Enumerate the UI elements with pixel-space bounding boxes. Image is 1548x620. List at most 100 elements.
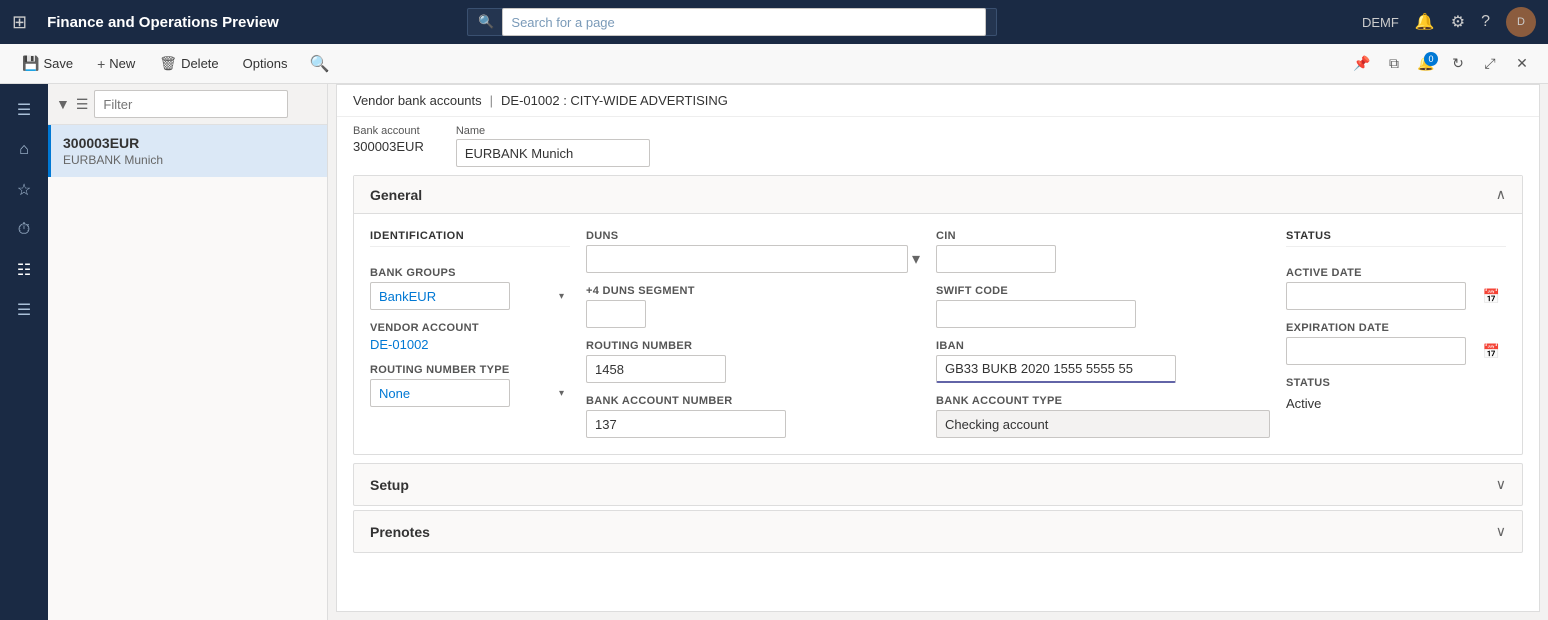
cin-col: CIN SWIFT code IBAN bbox=[936, 230, 1270, 438]
setup-chevron-icon: ∨ bbox=[1496, 476, 1506, 493]
expiration-date-calendar-icon[interactable]: 📅 bbox=[1483, 343, 1500, 360]
swift-input[interactable] bbox=[936, 300, 1136, 328]
notification-btn[interactable]: 🔔 0 bbox=[1412, 50, 1440, 78]
filter-input[interactable] bbox=[94, 90, 288, 118]
restore-button[interactable]: ⤢ bbox=[1476, 50, 1504, 78]
status-label: Status bbox=[1286, 377, 1506, 389]
sidebar-recent-icon[interactable]: ⏱ bbox=[6, 212, 42, 248]
prenotes-chevron-icon: ∨ bbox=[1496, 523, 1506, 540]
name-label: Name bbox=[456, 125, 650, 137]
refresh-button[interactable]: ↻ bbox=[1444, 50, 1472, 78]
toolbar: 💾 Save + New 🗑 Delete Options 🔍 📌 ⧉ 🔔 0 … bbox=[0, 44, 1548, 84]
routing-type-select[interactable]: None ABA SWIFT bbox=[370, 379, 510, 407]
routing-type-label: Routing number type bbox=[370, 364, 570, 376]
bank-groups-arrow-icon: ▾ bbox=[559, 291, 564, 302]
sidebar-star-icon[interactable]: ☆ bbox=[6, 172, 42, 208]
status-col: STATUS Active date 📅 Expiration date bbox=[1286, 230, 1506, 415]
global-search[interactable]: 🔍 bbox=[467, 8, 997, 36]
form-header: Vendor bank accounts | DE-01002 : CITY-W… bbox=[337, 85, 1539, 117]
bank-groups-select[interactable]: BankEUR bbox=[370, 282, 510, 310]
duns-col: DUNS ▾ +4 DUNS segment bbox=[586, 230, 920, 438]
iban-input[interactable] bbox=[936, 355, 1176, 383]
content-area: Vendor bank accounts | DE-01002 : CITY-W… bbox=[328, 84, 1548, 620]
options-button[interactable]: Options bbox=[233, 52, 298, 75]
avatar[interactable]: D bbox=[1506, 7, 1536, 37]
routing-type-field: Routing number type None ABA SWIFT ▾ bbox=[370, 364, 570, 407]
bank-account-value: 300003EUR bbox=[353, 139, 424, 154]
list-panel: ▼ ☰ 🔍 300003EUR EURBANK Munich bbox=[48, 84, 328, 620]
status-field: Status Active bbox=[1286, 377, 1506, 415]
duns-input[interactable] bbox=[586, 245, 908, 273]
vendor-account-field: Vendor account DE-01002 bbox=[370, 322, 570, 352]
iban-label: IBAN bbox=[936, 340, 1270, 352]
list-item[interactable]: 300003EUR EURBANK Munich bbox=[48, 125, 327, 177]
general-section: General ∧ IDENTIFICATION Bank groups bbox=[353, 175, 1523, 455]
vendor-account-label: Vendor account bbox=[370, 322, 570, 334]
top-nav: ⊞ Finance and Operations Preview 🔍 DEMF … bbox=[0, 0, 1548, 44]
general-chevron-icon: ∧ bbox=[1496, 186, 1506, 203]
routing-number-label: Routing number bbox=[586, 340, 920, 352]
save-icon: 💾 bbox=[22, 55, 39, 72]
cin-input[interactable] bbox=[936, 245, 1056, 273]
pin-button[interactable]: 📌 bbox=[1348, 50, 1376, 78]
active-date-calendar-icon[interactable]: 📅 bbox=[1483, 288, 1500, 305]
expiration-date-input[interactable] bbox=[1286, 337, 1466, 365]
iban-field: IBAN bbox=[936, 340, 1270, 383]
sidebar-home-icon[interactable]: ⌂ bbox=[6, 132, 42, 168]
setup-section[interactable]: Setup ∨ bbox=[353, 463, 1523, 506]
identification-grid: IDENTIFICATION Bank groups BankEUR ▾ bbox=[370, 230, 1506, 438]
vendor-account-link[interactable]: DE-01002 bbox=[370, 337, 570, 352]
new-button[interactable]: + New bbox=[87, 52, 145, 76]
delete-icon: 🗑 bbox=[159, 55, 177, 72]
settings-icon[interactable]: ⚙ bbox=[1451, 12, 1465, 32]
bank-account-number-field: Bank account number bbox=[586, 395, 920, 438]
swift-label: SWIFT code bbox=[936, 285, 1270, 297]
status-value: Active bbox=[1286, 392, 1506, 415]
bank-groups-label: Bank groups bbox=[370, 267, 570, 279]
toolbar-search-icon[interactable]: 🔍 bbox=[309, 54, 329, 74]
save-button[interactable]: 💾 Save bbox=[12, 51, 83, 76]
active-date-input[interactable] bbox=[1286, 282, 1466, 310]
app-title: Finance and Operations Preview bbox=[47, 14, 279, 31]
name-input[interactable] bbox=[456, 139, 650, 167]
sidebar-menu-icon[interactable]: ☰ bbox=[6, 92, 42, 128]
form-fields-header: Bank account 300003EUR Name bbox=[337, 117, 1539, 167]
prenotes-section-title: Prenotes bbox=[370, 524, 430, 540]
active-date-field: Active date 📅 bbox=[1286, 267, 1506, 310]
delete-button[interactable]: 🗑 Delete bbox=[149, 51, 228, 76]
bank-groups-field: Bank groups BankEUR ▾ bbox=[370, 267, 570, 310]
bank-account-label: Bank account bbox=[353, 125, 424, 137]
duns-dropdown-icon[interactable]: ▾ bbox=[912, 249, 920, 269]
bank-groups-dropdown[interactable]: BankEUR ▾ bbox=[370, 282, 570, 310]
expand-button[interactable]: ⧉ bbox=[1380, 50, 1408, 78]
cin-field: CIN bbox=[936, 230, 1270, 273]
breadcrumb-current: DE-01002 : CITY-WIDE ADVERTISING bbox=[501, 93, 728, 108]
grid-icon[interactable]: ⊞ bbox=[12, 12, 27, 33]
search-icon: 🔍 bbox=[478, 14, 494, 30]
sidebar-icons: ☰ ⌂ ☆ ⏱ ☷ ☰ bbox=[0, 84, 48, 620]
help-icon[interactable]: ? bbox=[1481, 13, 1490, 31]
filter-icon[interactable]: ▼ bbox=[56, 96, 70, 112]
bank-account-type-label: Bank account type bbox=[936, 395, 1270, 407]
prenotes-section[interactable]: Prenotes ∨ bbox=[353, 510, 1523, 553]
cin-label: CIN bbox=[936, 230, 1270, 242]
search-input[interactable] bbox=[502, 8, 986, 36]
breadcrumb-parent: Vendor bank accounts bbox=[353, 93, 482, 108]
bank-account-number-input[interactable] bbox=[586, 410, 786, 438]
routing-type-dropdown[interactable]: None ABA SWIFT ▾ bbox=[370, 379, 570, 407]
bank-account-field: Bank account 300003EUR bbox=[353, 125, 424, 167]
close-button[interactable]: ✕ bbox=[1508, 50, 1536, 78]
list-panel-header: ▼ ☰ 🔍 bbox=[48, 84, 327, 125]
list-sort-icon[interactable]: ☰ bbox=[76, 96, 89, 113]
general-section-header[interactable]: General ∧ bbox=[354, 176, 1522, 214]
sidebar-list-icon[interactable]: ☰ bbox=[6, 292, 42, 328]
active-date-label: Active date bbox=[1286, 267, 1506, 279]
setup-section-title: Setup bbox=[370, 477, 409, 493]
notification-icon[interactable]: 🔔 bbox=[1415, 12, 1435, 32]
sidebar-modules-icon[interactable]: ☷ bbox=[6, 252, 42, 288]
routing-number-input[interactable] bbox=[586, 355, 726, 383]
general-section-content: IDENTIFICATION Bank groups BankEUR ▾ bbox=[354, 214, 1522, 454]
identification-title: IDENTIFICATION bbox=[370, 230, 570, 247]
plus4-input[interactable] bbox=[586, 300, 646, 328]
list-item-name: EURBANK Munich bbox=[63, 153, 315, 167]
